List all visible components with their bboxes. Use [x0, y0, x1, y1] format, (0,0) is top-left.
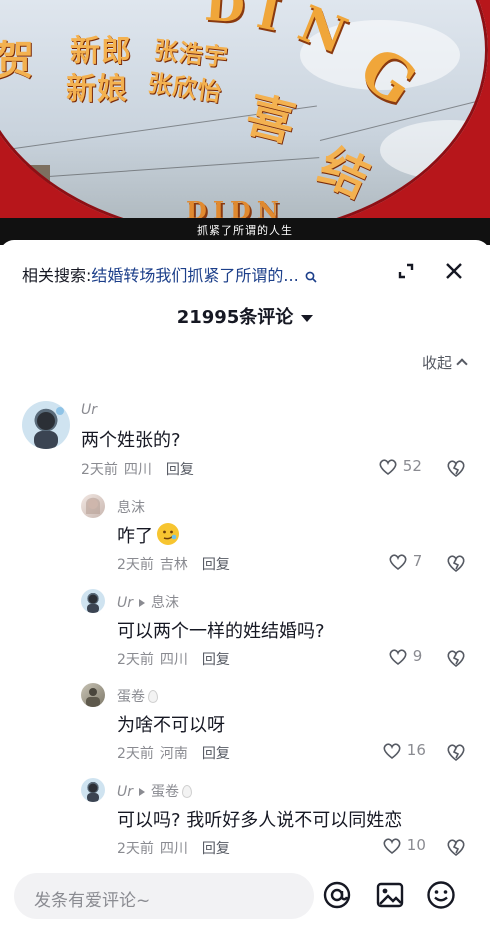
close-icon[interactable]: [444, 261, 464, 281]
related-search-query[interactable]: 结婚转场我们抓紧了所谓的...: [91, 266, 298, 285]
caret-down-icon: [301, 314, 314, 322]
avatar[interactable]: [81, 683, 105, 707]
comment-location: 河南: [159, 746, 188, 762]
comment-meta: 2天前 四川 回复: [117, 838, 230, 858]
comment-text: 两个姓张的?: [81, 430, 181, 451]
comment-meta: 2天前 河南 回复: [117, 743, 230, 763]
expand-icon[interactable]: [396, 261, 416, 281]
reply-arrow-icon: [139, 598, 146, 607]
comment-meta: 2天前 吉林 回复: [117, 554, 230, 574]
reply-button[interactable]: 回复: [202, 557, 230, 573]
image-icon[interactable]: [375, 880, 405, 910]
dislike-button[interactable]: [445, 552, 467, 573]
at-icon[interactable]: [322, 880, 352, 910]
like-button[interactable]: 16: [382, 741, 426, 760]
avatar-image: [86, 688, 100, 707]
dislike-icon: [447, 554, 465, 572]
avatar-image: [87, 594, 99, 613]
comment-time: 2天前: [117, 746, 154, 762]
avatar[interactable]: [81, 778, 105, 802]
like-count: 52: [402, 457, 422, 475]
collapse-label: 收起: [421, 354, 452, 372]
comment-text: 可以吗? 我听好多人说不可以同姓恋: [117, 810, 403, 831]
dislike-button[interactable]: [445, 836, 467, 857]
comment-username-row: 蛋卷: [117, 686, 158, 706]
smirk-emoji-icon: [157, 523, 179, 545]
avatar-image: [86, 497, 100, 514]
dislike-button[interactable]: [445, 457, 467, 478]
comment-time: 2天前: [117, 652, 154, 668]
related-search-label: 相关搜索:: [22, 266, 92, 285]
comment-username-row: Ur 息沫: [117, 592, 179, 612]
heart-icon: [389, 648, 407, 665]
reply-to-username[interactable]: 蛋卷: [151, 784, 179, 800]
like-count: 7: [412, 552, 423, 570]
comment-location: 吉林: [159, 557, 188, 573]
heart-icon: [379, 458, 397, 475]
dislike-icon: [447, 838, 465, 856]
like-count: 10: [406, 836, 426, 854]
dislike-icon: [447, 459, 465, 477]
dislike-button[interactable]: [445, 647, 467, 668]
bride-label: 新娘: [66, 72, 128, 107]
arch-char-he: 贺: [0, 38, 35, 84]
like-count: 16: [406, 741, 426, 759]
comment-count[interactable]: 21995条评论: [0, 303, 490, 329]
comment-meta: 2天前 四川 回复: [117, 649, 230, 669]
comment-username[interactable]: Ur: [117, 595, 133, 611]
heart-icon: [383, 742, 401, 759]
comment-text: 可以两个一样的姓结婚吗?: [117, 621, 325, 642]
comment-time: 2天前: [81, 462, 118, 478]
reply-button[interactable]: 回复: [166, 462, 194, 478]
chevron-up-icon: [456, 358, 468, 370]
avatar[interactable]: [22, 401, 70, 449]
comment-text: 为啥不可以呀: [117, 715, 225, 736]
like-button[interactable]: 9: [388, 647, 422, 666]
avatar[interactable]: [81, 589, 105, 613]
comment-text-row: 咋了: [117, 522, 179, 548]
egg-emoji-icon: [148, 690, 158, 703]
comment-username[interactable]: 息沫: [117, 497, 145, 517]
avatar[interactable]: [81, 494, 105, 518]
comment-text: 咋了: [117, 526, 153, 547]
like-count: 9: [412, 647, 423, 665]
comment-time: 2天前: [117, 557, 154, 573]
like-button[interactable]: 10: [382, 836, 426, 855]
reply-arrow-icon: [139, 787, 146, 796]
comment-username[interactable]: Ur: [117, 784, 133, 800]
heart-icon: [389, 553, 407, 570]
comment-input[interactable]: 发条有爱评论~: [14, 873, 314, 919]
comment-location: 四川: [159, 841, 188, 857]
reply-button[interactable]: 回复: [202, 746, 230, 762]
comment-username[interactable]: Ur: [81, 402, 97, 418]
avatar-image: [34, 407, 64, 449]
reply-button[interactable]: 回复: [202, 841, 230, 857]
comment-time: 2天前: [117, 841, 154, 857]
dislike-button[interactable]: [445, 741, 467, 762]
related-search[interactable]: 相关搜索:结婚转场我们抓紧了所谓的...: [22, 262, 317, 286]
comment-location: 四川: [159, 652, 188, 668]
like-button[interactable]: 52: [378, 457, 422, 476]
dislike-icon: [447, 743, 465, 761]
comment-input-placeholder: 发条有爱评论~: [34, 891, 151, 911]
video-subtitle: 抓紧了所谓的人生: [197, 224, 293, 237]
reply-to-username[interactable]: 息沫: [151, 595, 179, 611]
like-button[interactable]: 7: [388, 552, 422, 571]
comment-username[interactable]: 蛋卷: [117, 689, 145, 705]
comment-count-text: 21995条评论: [176, 307, 294, 328]
comment-username-row: Ur 蛋卷: [117, 781, 193, 801]
heart-icon: [383, 837, 401, 854]
comment-meta: 2天前 四川 回复: [81, 459, 194, 479]
dislike-icon: [447, 649, 465, 667]
arch-letter: D: [203, 0, 247, 34]
search-icon: [305, 271, 317, 283]
video-player[interactable]: D I N G 贺 新郎 张浩宇 新娘 张欣怡 喜 结 DIDN 抓紧了所谓的人…: [0, 0, 490, 245]
egg-emoji-icon: [182, 785, 193, 798]
smile-icon[interactable]: [426, 880, 456, 910]
avatar-image: [87, 783, 99, 802]
collapse-button[interactable]: 收起: [421, 352, 468, 373]
comment-location: 四川: [123, 462, 152, 478]
reply-button[interactable]: 回复: [202, 652, 230, 668]
